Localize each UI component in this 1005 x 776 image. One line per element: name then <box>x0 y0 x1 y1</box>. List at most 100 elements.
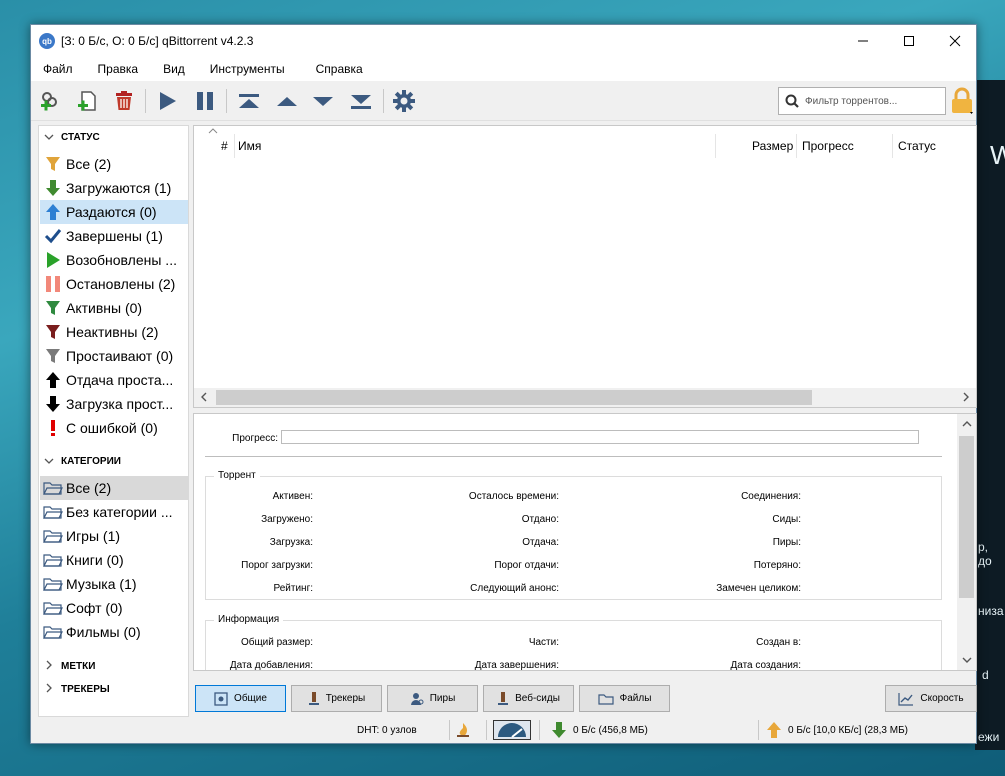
play-icon <box>160 92 176 110</box>
column-header-status[interactable]: Статус <box>898 134 936 158</box>
scroll-down-icon[interactable] <box>962 655 972 665</box>
trackers-section-header[interactable]: ТРЕКЕРЫ <box>41 683 110 695</box>
menu-help[interactable]: Справка <box>308 62 371 76</box>
exclamation-icon <box>43 418 63 438</box>
sidebar-status-item[interactable]: Отдача проста... <box>40 368 188 392</box>
tab-general[interactable]: Общие <box>195 685 286 712</box>
menu-tools[interactable]: Инструменты <box>202 62 293 76</box>
detail-field-label: Осталось времени: <box>468 491 559 502</box>
tab-label: Веб-сиды <box>515 693 560 704</box>
title-bar: qb [З: 0 Б/с, О: 0 Б/с] qBittorrent v4.2… <box>31 25 976 57</box>
sidebar-category-item[interactable]: Музыка (1) <box>40 572 188 596</box>
status-section-header[interactable]: СТАТУС <box>41 132 100 143</box>
move-bottom-button[interactable] <box>347 87 375 115</box>
minimize-button[interactable] <box>840 25 886 57</box>
sidebar-status-item[interactable]: Завершены (1) <box>40 224 188 248</box>
speed-button[interactable]: Скорость <box>885 685 977 712</box>
torrent-group-title: Торрент <box>214 470 260 481</box>
options-button[interactable] <box>390 87 418 115</box>
sidebar-status-item[interactable]: Возобновлены ... <box>40 248 188 272</box>
horizontal-scrollbar[interactable] <box>194 388 976 407</box>
torrent-info-group: Торрент Активен: Осталось времени: Соедине… <box>205 470 942 600</box>
information-group: Информация Общий размер: Части: Создан в: Д… <box>205 614 942 671</box>
sidebar-item-label: Софт (0) <box>66 600 123 616</box>
menu-edit[interactable]: Правка <box>90 62 147 76</box>
search-icon <box>785 94 799 108</box>
sidebar-item-label: Раздаются (0) <box>66 204 157 220</box>
sidebar-category-item[interactable]: Все (2) <box>40 476 188 500</box>
lock-ui-button[interactable] <box>948 87 976 115</box>
move-down-icon <box>313 97 333 106</box>
details-vertical-scrollbar[interactable] <box>957 414 976 670</box>
sidebar-status-item[interactable]: С ошибкой (0) <box>40 416 188 440</box>
menu-view[interactable]: Вид <box>155 62 193 76</box>
sidebar-status-item[interactable]: Остановлены (2) <box>40 272 188 296</box>
arrow-up-icon <box>43 370 63 390</box>
tab-trackers[interactable]: Трекеры <box>291 685 382 712</box>
speedometer-icon <box>498 723 526 738</box>
tags-section-header[interactable]: МЕТКИ <box>41 660 95 672</box>
maximize-button[interactable] <box>886 25 932 57</box>
column-header-progress[interactable]: Прогресс <box>802 134 854 158</box>
scrollbar-thumb[interactable] <box>216 390 812 405</box>
resume-button[interactable] <box>153 87 181 115</box>
close-icon <box>949 35 961 47</box>
flame-icon <box>457 723 469 737</box>
tab-files[interactable]: Файлы <box>579 685 670 712</box>
torrent-filter-search[interactable] <box>778 87 946 115</box>
detail-field-label: Активен: <box>272 491 313 502</box>
pause-button[interactable] <box>191 87 219 115</box>
sidebar-category-item[interactable]: Без категории ... <box>40 500 188 524</box>
status-separator <box>758 720 759 740</box>
scrollbar-thumb[interactable] <box>959 436 974 598</box>
column-header-name[interactable]: Имя <box>238 134 261 158</box>
detail-field-label: Потеряно: <box>753 560 801 571</box>
desktop-text-fragment: d <box>982 668 989 682</box>
detail-field-label: Дата добавления: <box>229 660 313 671</box>
scroll-right-icon[interactable] <box>961 392 971 402</box>
sidebar-status-item[interactable]: Все (2) <box>40 152 188 176</box>
desktop-text-fragment: ежи <box>978 730 1000 744</box>
chevron-right-icon <box>41 683 57 695</box>
move-up-button[interactable] <box>273 87 301 115</box>
close-button[interactable] <box>932 25 978 57</box>
menu-file[interactable]: Файл <box>35 62 81 76</box>
detail-field-label: Дата завершения: <box>474 660 559 671</box>
detail-field-label: Создан в: <box>756 637 801 648</box>
delete-torrent-button[interactable] <box>110 87 138 115</box>
connection-status-button[interactable] <box>456 717 470 743</box>
status-separator <box>486 720 487 740</box>
add-torrent-file-button[interactable] <box>74 87 102 115</box>
scroll-left-icon[interactable] <box>199 392 209 402</box>
sidebar-category-item[interactable]: Софт (0) <box>40 596 188 620</box>
column-header-queue[interactable]: # <box>221 134 228 158</box>
search-input[interactable] <box>805 95 935 107</box>
add-torrent-link-button[interactable] <box>36 87 64 115</box>
sidebar-status-item[interactable]: Раздаются (0) <box>40 200 188 224</box>
speed-limit-toggle[interactable] <box>493 720 531 740</box>
desktop-text-fragment: низа <box>978 604 1004 618</box>
chevron-down-icon <box>41 457 57 467</box>
sidebar-category-item[interactable]: Фильмы (0) <box>40 620 188 644</box>
status-separator <box>539 720 540 740</box>
sidebar-item-label: Все (2) <box>66 156 112 172</box>
column-header-size[interactable]: Размер <box>752 134 793 158</box>
sidebar-status-item[interactable]: Загружаются (1) <box>40 176 188 200</box>
categories-section-header[interactable]: КАТЕГОРИИ <box>41 456 121 467</box>
torrent-list[interactable]: # Имя Размер Прогресс Статус <box>193 125 977 408</box>
sidebar-status-item[interactable]: Неактивны (2) <box>40 320 188 344</box>
scroll-up-icon[interactable] <box>962 419 972 429</box>
sidebar-category-item[interactable]: Игры (1) <box>40 524 188 548</box>
desktop-text-fragment: р, до <box>978 540 992 568</box>
detail-field-label: Отдано: <box>521 514 559 525</box>
tab-web-seeds[interactable]: Веб-сиды <box>483 685 574 712</box>
sidebar-status-item[interactable]: Загрузка прост... <box>40 392 188 416</box>
sidebar-category-item[interactable]: Книги (0) <box>40 548 188 572</box>
sidebar-status-item[interactable]: Простаивают (0) <box>40 344 188 368</box>
menu-bar: Файл Правка Вид Инструменты Справка <box>31 57 976 81</box>
move-down-button[interactable] <box>309 87 337 115</box>
tab-peers[interactable]: Пиры <box>387 685 478 712</box>
column-divider <box>234 134 235 158</box>
move-top-button[interactable] <box>235 87 263 115</box>
sidebar-status-item[interactable]: Активны (0) <box>40 296 188 320</box>
